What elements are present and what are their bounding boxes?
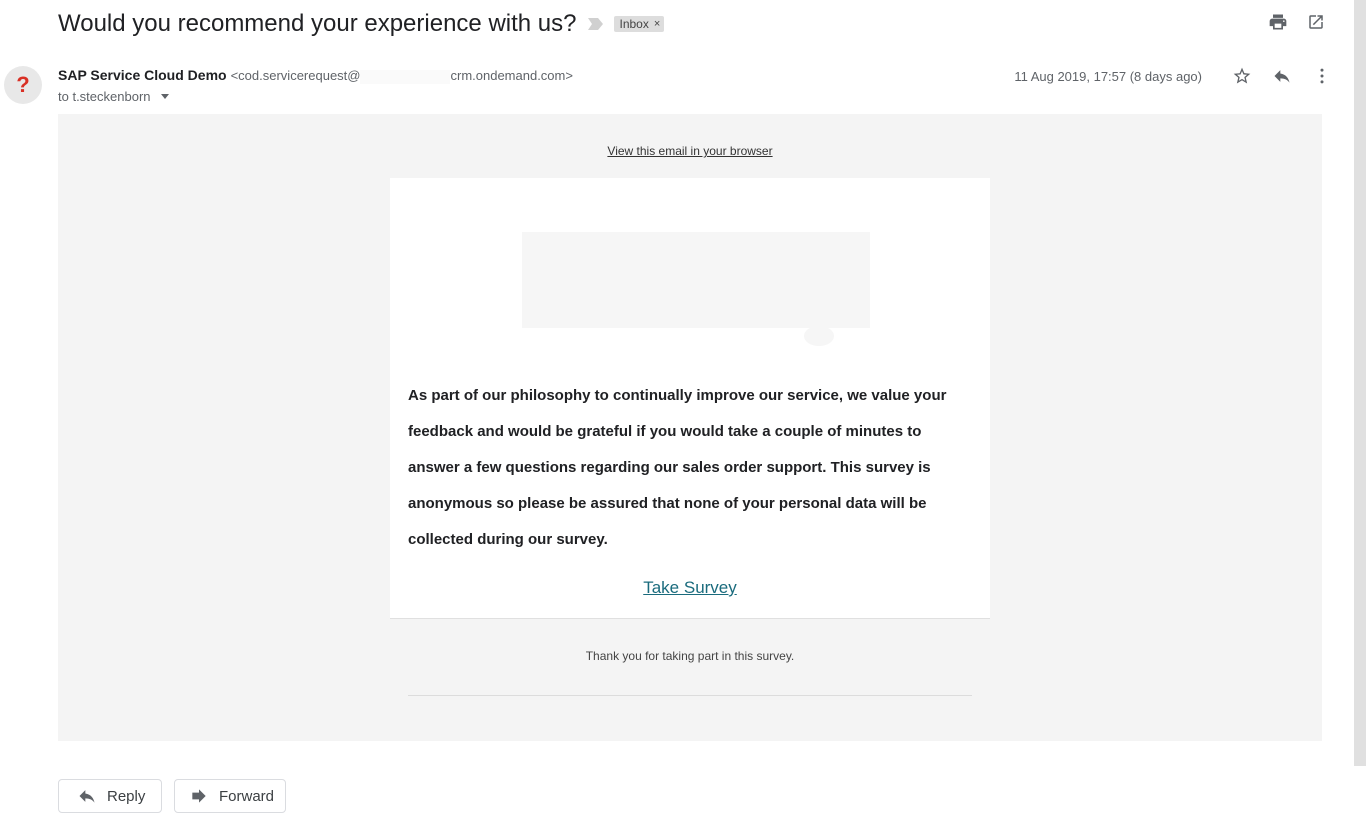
forward-button[interactable]: Forward [174,779,286,813]
reply-button-label: Reply [107,787,146,805]
logo-image-badge [804,326,834,346]
recipient-label: to t.steckenborn [58,89,151,104]
reply-icon[interactable] [1272,66,1292,86]
sender-row: SAP Service Cloud Demo <cod.servicereque… [58,67,573,84]
forward-icon [192,789,206,803]
sender-email-end: crm.ondemand.com> [450,68,573,83]
take-survey-link[interactable]: Take Survey [390,578,990,598]
sender-name[interactable]: SAP Service Cloud Demo [58,67,227,83]
print-icon[interactable] [1268,12,1288,32]
divider [408,695,972,696]
open-new-window-icon[interactable] [1306,12,1326,32]
email-card: As part of our philosophy to continually… [390,178,990,619]
recipient-row: to t.steckenborn [58,89,169,104]
redacted-area [360,69,451,84]
scrollbar[interactable] [1354,0,1366,766]
chevron-down-icon[interactable] [160,94,169,99]
forward-button-label: Forward [219,787,275,805]
star-icon[interactable] [1232,66,1252,86]
label-name: Inbox [619,17,649,31]
reply-button[interactable]: Reply [58,779,162,813]
reply-icon [79,790,95,803]
question-mark-icon: ? [16,72,30,97]
message-actions [1232,66,1332,86]
subject-row: Would you recommend your experience with… [58,8,665,40]
logo-image [522,232,870,328]
view-in-browser-link[interactable]: View this email in your browser [58,144,1322,158]
email-subject: Would you recommend your experience with… [58,10,577,37]
remove-label-icon[interactable]: × [654,18,660,30]
more-vert-icon[interactable] [1312,66,1332,86]
importance-marker-icon[interactable] [588,17,604,31]
email-date: 11 Aug 2019, 17:57 (8 days ago) [1014,69,1202,84]
top-actions [1268,12,1326,32]
sender-email: <cod.servicerequest@ crm.ondemand.com> [231,68,573,84]
survey-message: As part of our philosophy to continually… [408,387,947,548]
sender-email-start: <cod.servicerequest@ [230,68,361,83]
email-body: View this email in your browser As part … [58,114,1322,741]
inbox-label-chip[interactable]: Inbox × [614,16,665,32]
sender-avatar: ? [4,66,42,104]
thank-you-text: Thank you for taking part in this survey… [585,649,795,663]
